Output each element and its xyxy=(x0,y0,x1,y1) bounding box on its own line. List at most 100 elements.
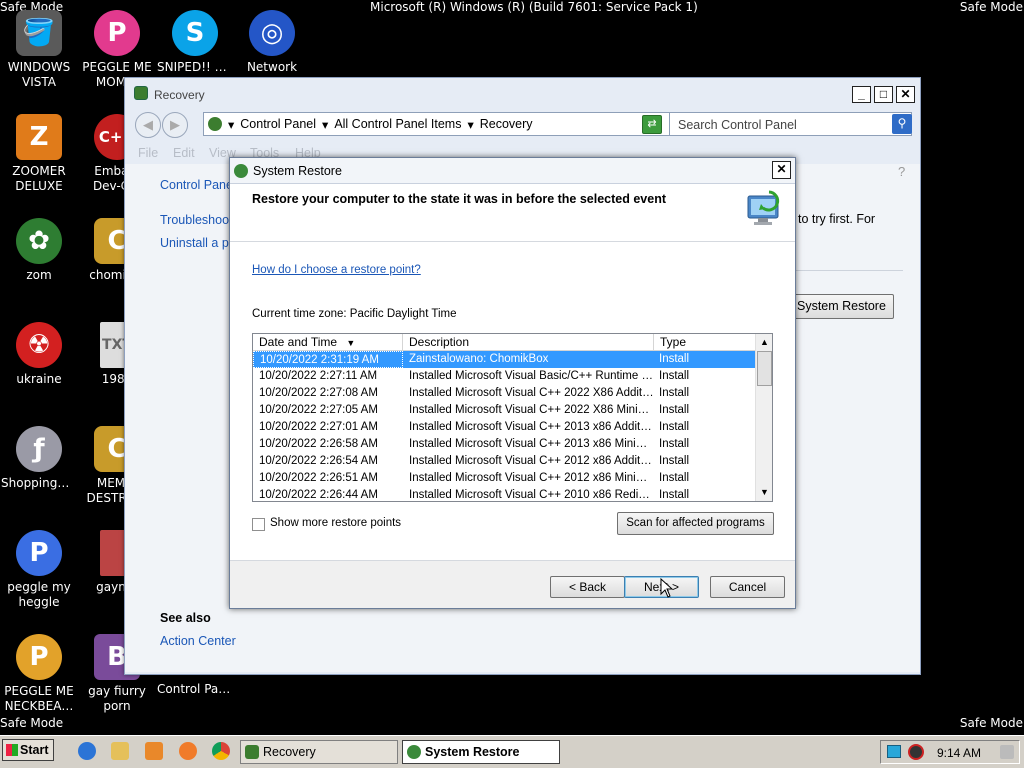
flash-icon: ƒ xyxy=(16,426,62,472)
desktop-icon-label: ZOOMER DELUXE xyxy=(12,164,66,193)
search-input[interactable]: Search Control Panel xyxy=(669,112,912,136)
desktop-icon-zoomer-deluxe[interactable]: Z ZOOMER DELUXE xyxy=(1,114,77,194)
table-row[interactable]: 10/20/2022 2:26:44 AM Installed Microsof… xyxy=(253,487,757,501)
system-restore-dialog: System Restore ✕ Restore your computer t… xyxy=(229,157,796,609)
row-type: Install xyxy=(659,472,690,484)
forward-nav-button[interactable]: ▶ xyxy=(162,112,188,138)
network-globe-icon: ◎ xyxy=(249,10,295,56)
choose-restore-point-help-link[interactable]: How do I choose a restore point? xyxy=(252,264,421,276)
breadcrumb-recovery[interactable]: Recovery xyxy=(480,117,533,131)
table-row[interactable]: 10/20/2022 2:26:51 AM Installed Microsof… xyxy=(253,470,757,487)
task-label: Recovery xyxy=(263,745,316,759)
column-description[interactable]: Description xyxy=(403,334,654,351)
desktop-icon-control-panel[interactable]: Control Panel xyxy=(157,682,233,697)
open-system-restore-button[interactable]: System Restore xyxy=(793,294,894,319)
desktop-icon-label: peggle my heggle xyxy=(7,580,71,609)
volume-icon[interactable] xyxy=(1000,745,1014,759)
close-button[interactable]: ✕ xyxy=(896,86,915,103)
restore-points-table[interactable]: Date and Time ▼ Description Type 10/20/2… xyxy=(252,333,773,502)
scan-affected-programs-button[interactable]: Scan for affected programs xyxy=(617,512,774,535)
show-more-checkbox[interactable] xyxy=(252,518,265,531)
menu-edit[interactable]: Edit xyxy=(173,146,195,160)
column-type[interactable]: Type xyxy=(654,334,757,351)
system-restore-titlebar[interactable]: System Restore ✕ xyxy=(230,158,795,184)
row-date: 10/20/2022 2:26:54 AM xyxy=(259,455,378,467)
recovery-titlebar[interactable]: Recovery _ □ ✕ xyxy=(125,78,920,108)
row-type: Install xyxy=(659,353,690,365)
table-row[interactable]: 10/20/2022 2:26:58 AM Installed Microsof… xyxy=(253,436,757,453)
back-nav-button[interactable]: ◀ xyxy=(135,112,161,138)
row-description: Installed Microsoft Visual C++ 2012 x86 … xyxy=(409,455,654,467)
show-more-label: Show more restore points xyxy=(270,517,402,529)
paint-icon[interactable] xyxy=(179,742,197,760)
desktop-icon-peggle-me-neckbea[interactable]: P PEGGLE ME NECKBEA… xyxy=(1,634,77,714)
row-type: Install xyxy=(659,455,690,467)
taskbar-recovery[interactable]: Recovery xyxy=(240,740,398,764)
start-button[interactable]: Start xyxy=(2,739,54,761)
scroll-thumb[interactable] xyxy=(757,351,772,386)
desktop-icon-label: SNIPED!! EPIC xyxy=(157,60,233,74)
table-row[interactable]: 10/20/2022 2:27:05 AM Installed Microsof… xyxy=(253,402,757,419)
row-description: Zainstalowano: ChomikBox xyxy=(409,353,549,365)
scroll-down-icon[interactable]: ▼ xyxy=(757,485,772,500)
scroll-up-icon[interactable]: ▲ xyxy=(757,335,772,350)
clock[interactable]: 9:14 AM xyxy=(937,746,981,760)
table-header: Date and Time ▼ Description Type xyxy=(253,334,757,351)
table-row[interactable]: 10/20/2022 2:31:19 AM Zainstalowano: Cho… xyxy=(253,351,757,368)
cancel-button[interactable]: Cancel xyxy=(710,576,785,598)
dialog-close-button[interactable]: ✕ xyxy=(772,161,791,179)
desktop-icon-zom[interactable]: ✿ zom xyxy=(1,218,77,283)
desktop-icon-label: zom xyxy=(26,268,52,282)
back-button[interactable]: < Back xyxy=(550,576,625,598)
breadcrumb-control-panel[interactable]: Control Panel xyxy=(240,117,316,131)
dialog-heading: Restore your computer to the state it wa… xyxy=(252,192,666,206)
table-row[interactable]: 10/20/2022 2:27:01 AM Installed Microsof… xyxy=(253,419,757,436)
desktop-icon-network[interactable]: ◎ Network xyxy=(234,10,310,75)
table-row[interactable]: 10/20/2022 2:27:11 AM Installed Microsof… xyxy=(253,368,757,385)
peggle-icon: P xyxy=(16,634,62,680)
table-scrollbar[interactable]: ▲ ▼ xyxy=(755,334,772,501)
row-type: Install xyxy=(659,387,690,399)
row-date: 10/20/2022 2:31:19 AM xyxy=(253,351,403,368)
breadcrumb-all-items[interactable]: All Control Panel Items xyxy=(334,117,461,131)
media-player-icon[interactable] xyxy=(145,742,163,760)
table-body: 10/20/2022 2:31:19 AM Zainstalowano: Cho… xyxy=(253,351,757,501)
taskbar-system-restore[interactable]: System Restore xyxy=(402,740,560,764)
internet-explorer-icon[interactable] xyxy=(78,742,96,760)
minimize-button[interactable]: _ xyxy=(852,86,871,103)
explorer-folder-icon[interactable] xyxy=(111,742,129,760)
table-row[interactable]: 10/20/2022 2:27:08 AM Installed Microsof… xyxy=(253,385,757,402)
start-label: Start xyxy=(20,743,49,757)
desktop-icon-shopping[interactable]: ƒ ShoppingC… xyxy=(1,426,77,491)
recovery-title: Recovery xyxy=(154,88,205,102)
desktop-icon-sniped[interactable]: S SNIPED!! EPIC xyxy=(157,10,233,75)
table-row[interactable]: 10/20/2022 2:26:54 AM Installed Microsof… xyxy=(253,453,757,470)
maximize-button[interactable]: □ xyxy=(874,86,893,103)
row-date: 10/20/2022 2:27:11 AM xyxy=(259,370,378,382)
desktop-icon-label: Network xyxy=(246,60,298,74)
action-center-link[interactable]: Action Center xyxy=(160,634,236,648)
row-date: 10/20/2022 2:27:05 AM xyxy=(259,404,378,416)
chrome-icon[interactable] xyxy=(212,742,230,760)
dialog-body: How do I choose a restore point? Current… xyxy=(230,242,795,560)
help-icon[interactable]: ? xyxy=(898,164,905,179)
breadcrumb-arrow-icon: ▾ xyxy=(228,117,235,132)
system-tray: 9:14 AM xyxy=(880,740,1020,764)
desktop-icon-ukraine[interactable]: ☢ ukraine xyxy=(1,322,77,387)
flower-icon: ✿ xyxy=(16,218,62,264)
menu-file[interactable]: File xyxy=(138,146,158,160)
search-icon[interactable]: ⚲ xyxy=(892,114,912,134)
network-status-icon[interactable] xyxy=(887,745,901,758)
os-build-banner: Microsoft (R) Windows (R) (Build 7601: S… xyxy=(370,0,698,14)
address-bar[interactable]: ▾ Control Panel ▾ All Control Panel Item… xyxy=(203,112,687,136)
zoomer-icon: Z xyxy=(16,114,62,160)
vista-bucket-icon: 🪣 xyxy=(16,10,62,56)
safe-mode-bottom-left: Safe Mode xyxy=(0,716,64,730)
desktop-icon-peggle-my-heggle[interactable]: P peggle my heggle xyxy=(1,530,77,610)
desktop-icon-windows-vista[interactable]: 🪣 WINDOWS VISTA xyxy=(1,10,77,90)
refresh-icon[interactable]: ⇄ xyxy=(642,115,662,134)
column-date-time[interactable]: Date and Time ▼ xyxy=(253,334,403,351)
timezone-label: Current time zone: Pacific Daylight Time xyxy=(252,308,457,320)
breadcrumb-arrow-icon: ▾ xyxy=(467,117,474,132)
tray-app-icon[interactable] xyxy=(908,744,924,760)
